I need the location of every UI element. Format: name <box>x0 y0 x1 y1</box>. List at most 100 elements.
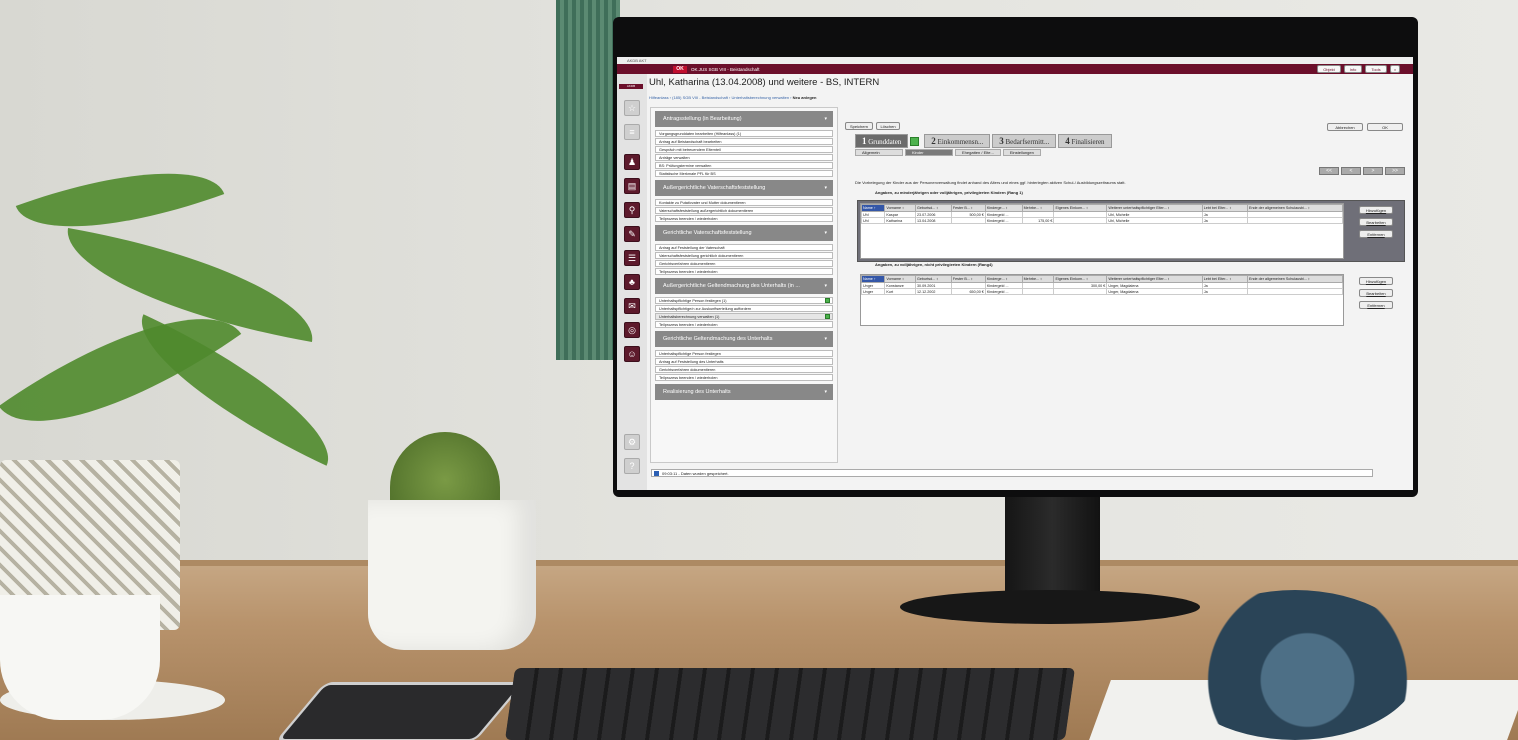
nav-item[interactable]: Anträge verwalten <box>655 154 833 161</box>
help-icon[interactable]: ? <box>624 458 640 474</box>
group1-remove-button[interactable]: Entfernen <box>1359 230 1393 238</box>
nav-item[interactable]: Vorgangsgrunddaten bearbeiten (Hilfeanla… <box>655 130 833 137</box>
person-icon[interactable]: ☺ <box>624 346 640 362</box>
nav-item[interactable]: Teilprozess beenden / wiederholen <box>655 215 833 222</box>
tab-einkommen[interactable]: 2 Einkommensn... <box>924 134 991 148</box>
first-record-button[interactable]: << <box>1319 167 1339 175</box>
contacts-icon[interactable]: ☰ <box>624 250 640 266</box>
column-header[interactable]: Lebt bei Elter... ↕ <box>1201 204 1248 212</box>
nav-item-selected[interactable]: Unterhaltsberechnung verwalten (1) <box>655 313 833 320</box>
column-header[interactable]: Mehrbe... ↕ <box>1021 275 1055 283</box>
breadcrumb-path[interactable]: Hilfeanlass › (185) SGB VIII - Beistands… <box>649 95 792 100</box>
prev-record-button[interactable]: < <box>1341 167 1361 175</box>
process-navigation: Antragsstellung (in Bearbeitung) Vorgang… <box>650 107 838 463</box>
column-header[interactable]: Name ↑ <box>860 275 886 283</box>
table-row[interactable]: Unger Kurt 12.12.2002 650,00 € Kindergel… <box>860 288 1344 295</box>
section-aussergerichtliche-unterhalt[interactable]: Außergerichtliche Geltendmachung des Unt… <box>655 278 833 294</box>
list-icon[interactable]: ≡ <box>624 124 640 140</box>
tools-button[interactable]: Tools <box>1365 65 1387 73</box>
settings-icon[interactable]: ⚙ <box>624 434 640 450</box>
column-header[interactable]: Vorname ↕ <box>884 275 916 283</box>
column-header[interactable]: Name ↑ <box>860 204 886 212</box>
column-header[interactable]: Lebt bei Elter... ↕ <box>1201 275 1248 283</box>
table-cell: Uhl <box>860 217 886 224</box>
tab-label: Finalisieren <box>1071 138 1105 146</box>
section-realisierung[interactable]: Realisierung des Unterhalts <box>655 384 833 400</box>
group2-remove-button[interactable]: Entfernen <box>1359 301 1393 309</box>
nav-item[interactable]: Unterhaltspflichtige Person festlegen <box>655 350 833 357</box>
tools-icon[interactable]: ✎ <box>624 226 640 242</box>
delete-button[interactable]: Löschen <box>876 122 900 130</box>
target-icon[interactable]: ◎ <box>624 322 640 338</box>
nav-item[interactable]: Teilprozess beenden / wiederholen <box>655 374 833 381</box>
subtab-kinder[interactable]: Kinder <box>905 149 953 156</box>
nav-item[interactable]: Statistische Merkmale PFL für BS <box>655 170 833 177</box>
nav-item[interactable]: Antrag auf Beistandschaft bearbeiten <box>655 138 833 145</box>
save-button[interactable]: Speichern <box>845 122 873 130</box>
nav-item[interactable]: Gerichtsverfahren dokumentieren <box>655 260 833 267</box>
close-icon[interactable]: × <box>1390 65 1400 73</box>
tab-grunddaten[interactable]: 1 Grunddaten <box>855 134 920 148</box>
group1-add-button[interactable]: Hinzufügen <box>1359 206 1393 214</box>
group1-edit-button[interactable]: Bearbeiten <box>1359 218 1393 226</box>
nav-item[interactable]: Teilprozess beenden / wiederholen <box>655 321 833 328</box>
subtab-einstellungen[interactable]: Einstellungen <box>1002 149 1041 156</box>
column-header[interactable]: Weiterer unterhaltspflichtiger Elter... … <box>1106 204 1203 212</box>
subtab-allgemein[interactable]: Allgemein <box>855 149 903 156</box>
ok-button[interactable]: OK <box>1367 123 1403 131</box>
cancel-button[interactable]: Abbrechen <box>1327 123 1363 131</box>
section-aussergerichtliche-vaterschaft[interactable]: Außergerichtliche Vaterschaftsfeststellu… <box>655 180 833 196</box>
section-antragsstellung[interactable]: Antragsstellung (in Bearbeitung) <box>655 111 833 127</box>
column-header[interactable]: Vorname ↕ <box>884 204 916 212</box>
tab-bedarf[interactable]: 3 Bedarfsermitt... <box>992 134 1057 148</box>
person-search-icon[interactable]: ⚲ <box>624 202 640 218</box>
column-header[interactable]: Fester B... ↕ <box>950 275 986 283</box>
subtab-ehegatten[interactable]: Ehegatten / Elte... <box>955 149 1001 156</box>
column-header[interactable]: Kinderge... ↕ <box>984 275 1023 283</box>
tab-finalisieren[interactable]: 4 Finalisieren <box>1058 134 1112 148</box>
window-titlebar: AKDB AKT <box>617 57 1413 64</box>
nav-item[interactable]: BS: Prüfungstermine verwalten <box>655 162 833 169</box>
nav-item-label: Anträge verwalten <box>659 156 690 160</box>
nav-item[interactable]: Gerichtsverfahren dokumentieren <box>655 366 833 373</box>
column-header[interactable]: Ende der allgemeinen Schulausbi... ↕ <box>1246 204 1344 212</box>
cactus-pot <box>368 500 536 650</box>
table-cell: Kindergeld ... <box>984 288 1023 295</box>
nav-item[interactable]: Unterhaltspflichtige/n zur Auskunftserte… <box>655 305 833 312</box>
group2-add-button[interactable]: Hinzufügen <box>1359 277 1393 285</box>
document-icon[interactable]: ▤ <box>624 178 640 194</box>
last-record-button[interactable]: >> <box>1385 167 1405 175</box>
group2-edit-button[interactable]: Bearbeiten <box>1359 289 1393 297</box>
section-gerichtliche-unterhalt[interactable]: Gerichtliche Geltendmachung des Unterhal… <box>655 331 833 347</box>
nav-item[interactable]: Teilprozess beenden / wiederholen <box>655 268 833 275</box>
nav-item[interactable]: Vaterschaftsfeststellung außergerichtlic… <box>655 207 833 214</box>
objekt-button[interactable]: Objekt <box>1317 65 1341 73</box>
nav-item[interactable]: Unterhaltspflichtige Person festlegen (1… <box>655 297 833 304</box>
column-header[interactable]: Mehrbe... ↕ <box>1021 204 1055 212</box>
user-add-icon[interactable]: ♟ <box>624 154 640 170</box>
table-row[interactable]: Uhl Katharina 13.04.2008 Kindergeld ... … <box>860 217 1344 224</box>
column-header[interactable]: Fester B... ↕ <box>950 204 986 212</box>
family-icon[interactable]: ♣ <box>624 274 640 290</box>
column-header[interactable]: Eigenes Einkom... ↕ <box>1053 275 1108 283</box>
app-screen: AKDB AKT OK OK.JUS SGB VIII - Beistandsc… <box>617 57 1413 490</box>
star-icon[interactable]: ☆ <box>624 100 640 116</box>
section-gerichtliche-vaterschaft[interactable]: Gerichtliche Vaterschaftsfeststellung <box>655 225 833 241</box>
nav-item[interactable]: Vaterschaftsfeststellung gerichtlich dok… <box>655 252 833 259</box>
nav-item[interactable]: Antrag auf Feststellung des Unterhalts <box>655 358 833 365</box>
nav-item[interactable]: Antrag auf Feststellung der Vaterschaft <box>655 244 833 251</box>
table-cell <box>1246 288 1344 295</box>
info-text: Die Vorbelegung der Kinder aus der Perso… <box>855 180 1126 185</box>
nav-item[interactable]: Gespräch mit betreuendem Elternteil <box>655 146 833 153</box>
column-header[interactable]: Weiterer unterhaltspflichtiger Elter... … <box>1106 275 1203 283</box>
nav-item[interactable]: Kontakte zu Putativvater und Mutter doku… <box>655 199 833 206</box>
nav-item-label: Teilprozess beenden / wiederholen <box>659 323 718 327</box>
info-button[interactable]: Info <box>1344 65 1362 73</box>
column-header[interactable]: Ende der allgemeinen Schulausbi... ↕ <box>1246 275 1344 283</box>
next-record-button[interactable]: > <box>1363 167 1383 175</box>
column-header[interactable]: Eigenes Einkom... ↕ <box>1053 204 1108 212</box>
column-header[interactable]: Geburtsd... ↕ <box>915 275 952 283</box>
column-header[interactable]: Kinderge... ↕ <box>984 204 1023 212</box>
column-header[interactable]: Geburtsd... ↕ <box>915 204 952 212</box>
mail-icon[interactable]: ✉ <box>624 298 640 314</box>
